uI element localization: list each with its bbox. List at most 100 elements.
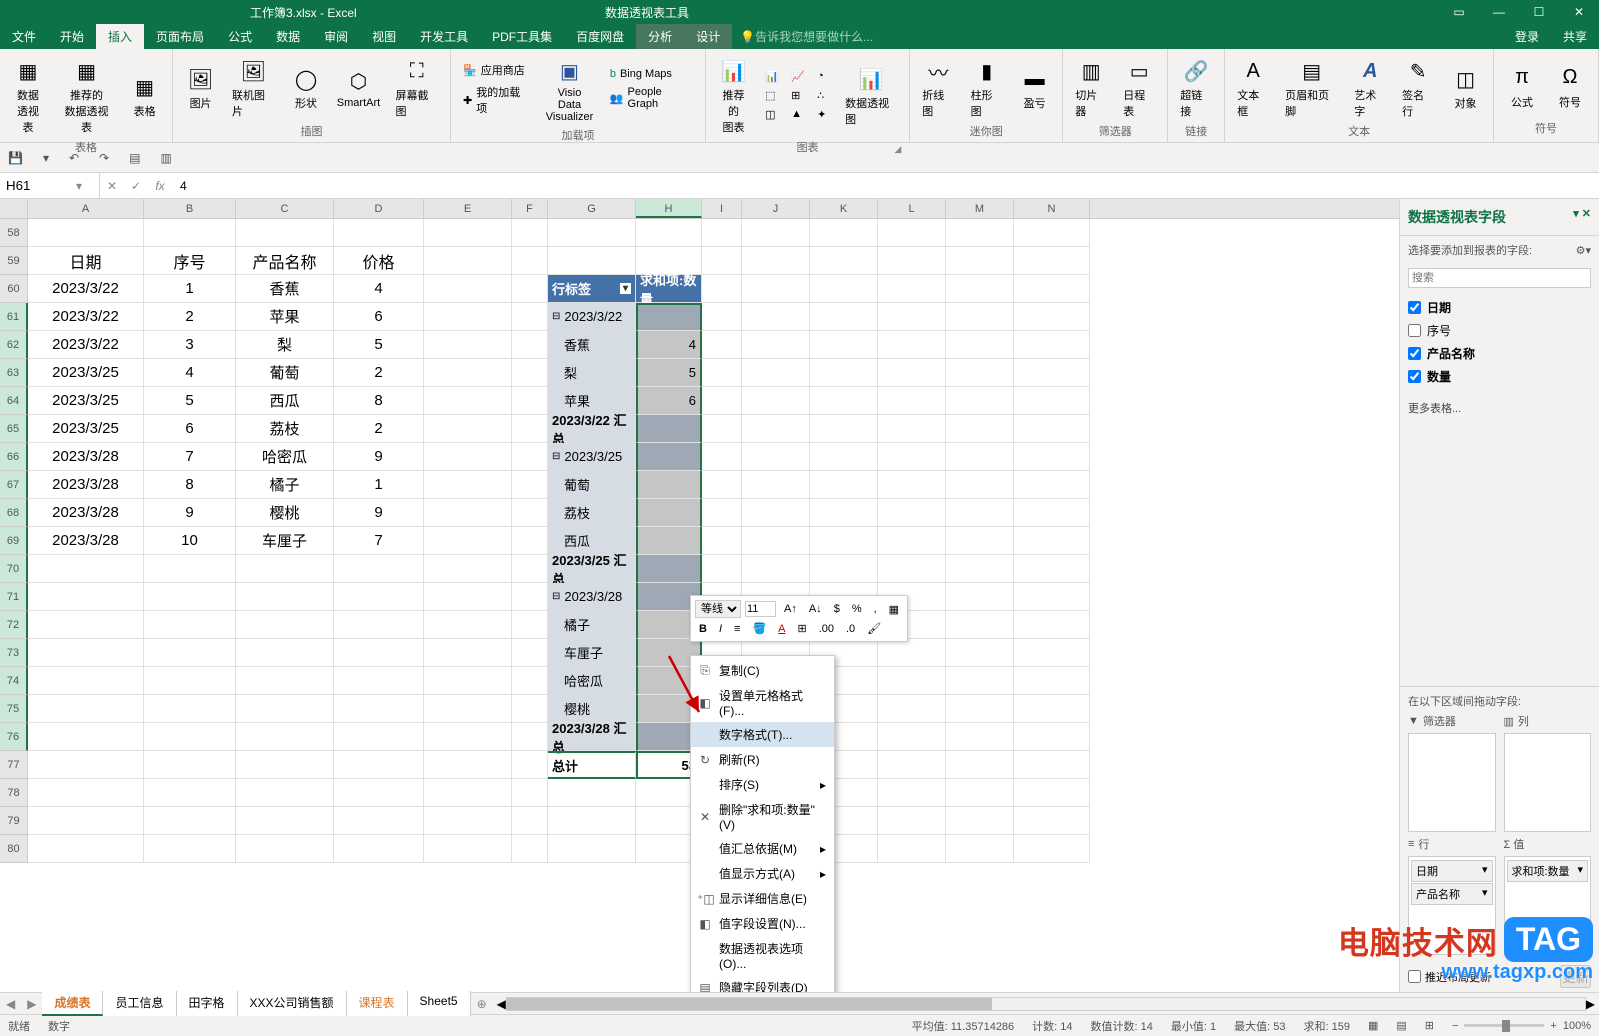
cell[interactable] bbox=[548, 219, 636, 247]
maximize-icon[interactable]: ☐ bbox=[1519, 0, 1559, 24]
cell[interactable]: 6 bbox=[334, 303, 424, 331]
cell[interactable] bbox=[1014, 723, 1090, 751]
row-header[interactable]: 77 bbox=[0, 751, 28, 779]
row-header[interactable]: 62 bbox=[0, 331, 28, 359]
percent-icon[interactable]: % bbox=[848, 601, 866, 617]
cell[interactable] bbox=[334, 779, 424, 807]
cell[interactable]: 2023/3/28 bbox=[28, 443, 144, 471]
cell[interactable] bbox=[878, 219, 946, 247]
cell[interactable] bbox=[236, 219, 334, 247]
cell[interactable] bbox=[946, 695, 1014, 723]
sheet-tab[interactable]: Sheet5 bbox=[408, 991, 471, 1016]
cell[interactable] bbox=[424, 723, 512, 751]
menu-home[interactable]: 开始 bbox=[48, 24, 96, 49]
cell[interactable] bbox=[144, 695, 236, 723]
cell[interactable] bbox=[424, 639, 512, 667]
row-header[interactable]: 58 bbox=[0, 219, 28, 247]
cell[interactable] bbox=[636, 303, 702, 331]
cell[interactable] bbox=[946, 331, 1014, 359]
cell[interactable] bbox=[424, 387, 512, 415]
cell[interactable]: 1 bbox=[334, 471, 424, 499]
row-header[interactable]: 79 bbox=[0, 807, 28, 835]
equation-button[interactable]: π公式 bbox=[1500, 60, 1544, 112]
cell[interactable] bbox=[28, 695, 144, 723]
field-item[interactable]: 序号 bbox=[1408, 319, 1591, 342]
cell[interactable] bbox=[946, 835, 1014, 863]
chart-bar-button[interactable]: 📊 bbox=[759, 68, 783, 85]
cell[interactable]: ⊟2023/3/25 bbox=[548, 443, 636, 471]
cell[interactable]: 5 bbox=[636, 359, 702, 387]
row-header[interactable]: 71 bbox=[0, 583, 28, 611]
cell[interactable]: 葡萄 bbox=[548, 471, 636, 499]
chart-radar-button[interactable]: ✦ bbox=[811, 106, 835, 123]
increase-font-icon[interactable]: A↑ bbox=[780, 601, 801, 617]
gear-icon[interactable]: ⚙▾ bbox=[1576, 244, 1591, 257]
cell[interactable] bbox=[334, 555, 424, 583]
cell[interactable] bbox=[636, 555, 702, 583]
cell[interactable]: 2023/3/22 bbox=[28, 303, 144, 331]
cell[interactable]: 2023/3/25 汇总 bbox=[548, 555, 636, 583]
cell[interactable]: 6 bbox=[144, 415, 236, 443]
cell[interactable] bbox=[512, 443, 548, 471]
tab-nav-prev[interactable]: ◀ bbox=[0, 997, 21, 1011]
cell[interactable] bbox=[236, 583, 334, 611]
row-header[interactable]: 72 bbox=[0, 611, 28, 639]
pivot-table-button[interactable]: ▦数据 透视表 bbox=[6, 53, 50, 137]
field-checkbox[interactable] bbox=[1408, 301, 1421, 314]
scroll-right-icon[interactable]: ▶ bbox=[1586, 997, 1595, 1011]
context-item[interactable]: 数字格式(T)... bbox=[691, 722, 834, 747]
cell[interactable]: 9 bbox=[334, 443, 424, 471]
menu-pdf[interactable]: PDF工具集 bbox=[480, 24, 564, 49]
cell[interactable] bbox=[334, 807, 424, 835]
minimize-icon[interactable]: — bbox=[1479, 0, 1519, 24]
share-button[interactable]: 共享 bbox=[1551, 24, 1599, 49]
cell[interactable] bbox=[946, 779, 1014, 807]
cell[interactable]: 求和项:数量 bbox=[636, 275, 702, 303]
cell[interactable]: 2023/3/28 汇总 bbox=[548, 723, 636, 751]
cell[interactable] bbox=[702, 275, 742, 303]
cell[interactable] bbox=[1014, 527, 1090, 555]
field-item[interactable]: 数量 bbox=[1408, 365, 1591, 388]
context-item[interactable]: 排序(S)▸ bbox=[691, 772, 834, 797]
cell[interactable] bbox=[424, 667, 512, 695]
row-header[interactable]: 76 bbox=[0, 723, 28, 751]
col-header-M[interactable]: M bbox=[946, 199, 1014, 218]
zoom-out-icon[interactable]: − bbox=[1452, 1020, 1458, 1032]
decrease-font-icon[interactable]: A↓ bbox=[805, 601, 826, 617]
font-size-input[interactable] bbox=[745, 601, 776, 617]
cell[interactable] bbox=[702, 443, 742, 471]
cell[interactable]: 2023/3/25 bbox=[28, 359, 144, 387]
cell[interactable] bbox=[28, 751, 144, 779]
col-header-F[interactable]: F bbox=[512, 199, 548, 218]
cell[interactable]: 2023/3/28 bbox=[28, 499, 144, 527]
cell[interactable] bbox=[946, 527, 1014, 555]
cell[interactable]: 9 bbox=[144, 499, 236, 527]
cell[interactable] bbox=[236, 751, 334, 779]
cell[interactable] bbox=[424, 303, 512, 331]
field-item[interactable]: 产品名称 bbox=[1408, 342, 1591, 365]
col-header-C[interactable]: C bbox=[236, 199, 334, 218]
smartart-button[interactable]: ⬡SmartArt bbox=[332, 63, 386, 111]
cell[interactable] bbox=[424, 835, 512, 863]
cell[interactable] bbox=[1014, 247, 1090, 275]
pivot-chart-button[interactable]: 📊数据透视图 bbox=[839, 61, 903, 129]
sparkline-wl-button[interactable]: ▬盈亏 bbox=[1013, 61, 1056, 113]
ribbon-options-icon[interactable]: ▭ bbox=[1439, 0, 1479, 24]
format-icon[interactable]: ▦ bbox=[885, 601, 903, 618]
cell[interactable] bbox=[742, 303, 810, 331]
select-all-corner[interactable] bbox=[0, 199, 28, 218]
cell[interactable] bbox=[946, 303, 1014, 331]
cell[interactable] bbox=[742, 331, 810, 359]
more-tables-link[interactable]: 更多表格... bbox=[1400, 392, 1599, 424]
context-item[interactable]: ⎘复制(C) bbox=[691, 658, 834, 683]
cell[interactable] bbox=[742, 359, 810, 387]
cell[interactable] bbox=[512, 807, 548, 835]
align-icon[interactable]: ≡ bbox=[730, 621, 744, 637]
cell[interactable]: 香蕉 bbox=[236, 275, 334, 303]
context-item[interactable]: ⁺◫显示详细信息(E) bbox=[691, 886, 834, 911]
cell[interactable]: 1 bbox=[144, 275, 236, 303]
field-checkbox[interactable] bbox=[1408, 324, 1421, 337]
currency-icon[interactable]: $ bbox=[830, 601, 844, 617]
cell[interactable] bbox=[636, 415, 702, 443]
cell[interactable] bbox=[28, 779, 144, 807]
